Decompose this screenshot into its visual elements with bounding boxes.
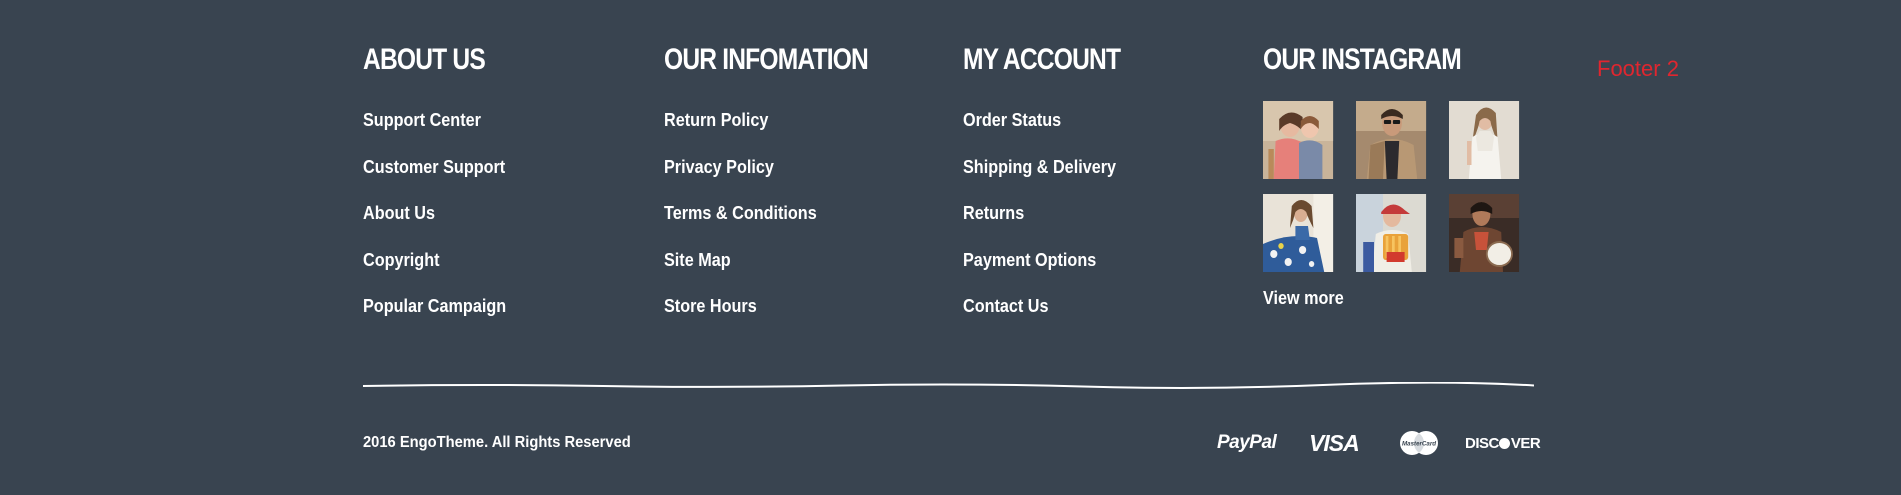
list-item: Privacy Policy — [664, 156, 834, 203]
footer-divider — [363, 382, 1534, 389]
list-item: Copyright — [363, 249, 522, 296]
link-return-policy[interactable]: Return Policy — [664, 109, 768, 131]
list-item: Order Status — [963, 109, 1133, 156]
discover-label-end: VER — [1510, 434, 1541, 452]
instagram-photo-2[interactable] — [1356, 101, 1427, 179]
link-copyright[interactable]: Copyright — [363, 249, 440, 271]
link-list-account: Order Status Shipping & Delivery Returns… — [963, 109, 1133, 342]
discover-icon: DISC VER — [1465, 429, 1541, 457]
footer-column-instagram: Our Instagram — [1263, 40, 1563, 308]
column-heading-information: Our Infomation — [664, 43, 869, 76]
discover-dot-icon — [1499, 437, 1511, 449]
list-item: Shipping & Delivery — [963, 156, 1133, 203]
mastercard-label: MasterCard — [1402, 441, 1436, 448]
footer-column-information: Our Infomation Return Policy Privacy Pol… — [664, 40, 924, 316]
list-item: Support Center — [363, 109, 522, 156]
list-item: Terms & Conditions — [664, 202, 834, 249]
link-support-center[interactable]: Support Center — [363, 109, 481, 131]
list-item: Customer Support — [363, 156, 522, 203]
discover-label-start: DISC — [1465, 434, 1499, 452]
list-item: Contact Us — [963, 295, 1133, 342]
link-store-hours[interactable]: Store Hours — [664, 295, 757, 317]
link-contact-us[interactable]: Contact Us — [963, 295, 1049, 317]
instagram-photo-6[interactable] — [1449, 194, 1520, 272]
paypal-icon: PayPal — [1217, 432, 1277, 453]
instagram-grid — [1263, 101, 1527, 272]
list-item: Popular Campaign — [363, 295, 522, 342]
view-more-link[interactable]: View more — [1263, 287, 1344, 309]
instagram-photo-1[interactable] — [1263, 101, 1334, 179]
copyright-text: 2016 EngoTheme. All Rights Reserved — [363, 434, 631, 451]
instagram-photo-4[interactable] — [1263, 194, 1334, 272]
list-item: About Us — [363, 202, 522, 249]
link-about-us[interactable]: About Us — [363, 202, 435, 224]
column-heading-instagram: Our Instagram — [1263, 43, 1462, 76]
column-heading-about: About Us — [363, 43, 486, 76]
column-heading-account: My Account — [963, 43, 1121, 76]
list-item: Returns — [963, 202, 1133, 249]
visa-icon: VISA — [1309, 429, 1360, 456]
footer-variant-label: Footer 2 — [1597, 56, 1679, 81]
footer-column-about: About Us Support Center Customer Support… — [363, 40, 623, 316]
list-item: Store Hours — [664, 295, 834, 342]
link-list-information: Return Policy Privacy Policy Terms & Con… — [664, 109, 834, 342]
link-site-map[interactable]: Site Map — [664, 249, 731, 271]
link-popular-campaign[interactable]: Popular Campaign — [363, 295, 506, 317]
list-item: Site Map — [664, 249, 834, 296]
mastercard-icon: MasterCard — [1397, 429, 1441, 457]
footer-column-account: My Account Order Status Shipping & Deliv… — [963, 40, 1223, 316]
link-order-status[interactable]: Order Status — [963, 109, 1061, 131]
instagram-photo-3[interactable] — [1449, 101, 1520, 179]
link-returns[interactable]: Returns — [963, 202, 1024, 224]
instagram-photo-5[interactable] — [1356, 194, 1427, 272]
link-list-about: Support Center Customer Support About Us… — [363, 109, 522, 342]
link-terms-conditions[interactable]: Terms & Conditions — [664, 202, 817, 224]
list-item: Payment Options — [963, 249, 1133, 296]
link-payment-options[interactable]: Payment Options — [963, 249, 1096, 271]
link-privacy-policy[interactable]: Privacy Policy — [664, 156, 774, 178]
list-item: Return Policy — [664, 109, 834, 156]
link-shipping-delivery[interactable]: Shipping & Delivery — [963, 156, 1116, 178]
link-customer-support[interactable]: Customer Support — [363, 156, 505, 178]
